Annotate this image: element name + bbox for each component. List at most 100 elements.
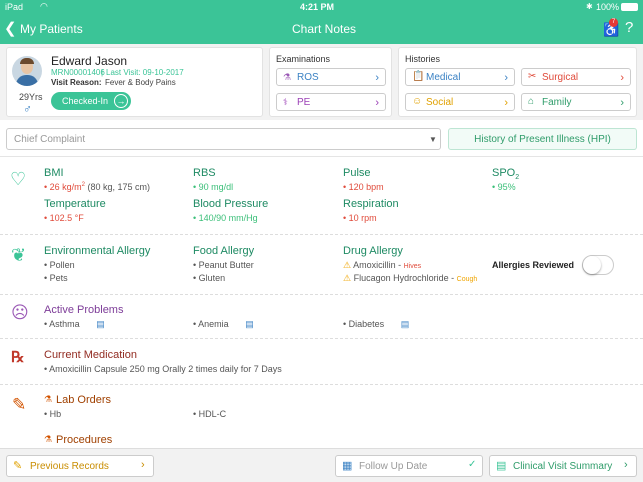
rbs-number: 90 mg/dl <box>198 182 234 192</box>
active-problems-label: Active Problems <box>44 304 124 316</box>
note-icon[interactable]: ▤ <box>401 319 410 329</box>
drug-item: ⚠ Amoxicillin - Hives <box>343 260 422 270</box>
patient-name: Edward Jason <box>51 54 128 68</box>
allergies-reviewed-toggle[interactable] <box>582 255 614 275</box>
temperature-number: 102.5 °F <box>49 213 84 223</box>
follow-up-date-button[interactable]: ▦ Follow Up Date ✓ <box>335 455 483 477</box>
history-family-button[interactable]: ⌂ Family › <box>521 93 631 111</box>
bmi-value: • 26 kg/m2 (80 kg, 175 cm) <box>44 182 151 192</box>
history-medical-label: Medical <box>426 72 461 83</box>
medication-item-text: Amoxicillin Capsule 250 mg Orally 2 time… <box>49 364 282 374</box>
vitals-section[interactable]: ♡ BMI • 26 kg/m2 (80 kg, 175 cm) RBS • 9… <box>0 157 643 232</box>
exam-pe-button[interactable]: ⚕ PE › <box>276 93 386 111</box>
rx-icon: ℞ <box>11 350 25 366</box>
back-label: My Patients <box>20 22 83 36</box>
procedures-label: Procedures <box>56 434 113 446</box>
previous-records-label: Previous Records <box>30 461 109 472</box>
bmi-label: BMI <box>44 167 64 179</box>
medication-label: Current Medication <box>44 349 137 361</box>
history-surgical-button[interactable]: ✂ Surgical › <box>521 68 631 86</box>
bp-value: • 140/90 mm/Hg <box>193 213 258 223</box>
examinations-title: Examinations <box>276 54 331 64</box>
mrn-separator: | <box>101 68 104 77</box>
chief-complaint-placeholder: Chief Complaint <box>14 134 86 145</box>
chevron-left-icon: ❮ <box>4 20 17 37</box>
notification-badge: 7 <box>609 18 618 27</box>
allergies-section[interactable]: ❦ Environmental Allergy • Pollen • Pets … <box>0 235 643 293</box>
wifi-icon: ◠ <box>40 1 48 11</box>
food-item-text: Peanut Butter <box>198 260 254 270</box>
clinical-visit-summary-button[interactable]: ▤ Clinical Visit Summary › <box>489 455 637 477</box>
medication-section[interactable]: ℞ Current Medication • Amoxicillin Capsu… <box>0 339 643 383</box>
toggle-knob <box>583 256 601 274</box>
patient-age: 29Yrs <box>19 92 43 102</box>
patient-mrn: MRN00001406 <box>51 68 105 77</box>
environmental-item-text: Pets <box>49 273 68 283</box>
histories-title: Histories <box>405 54 441 64</box>
bmi-extra: (80 kg, 175 cm) <box>85 182 151 192</box>
visit-reason-label: Visit Reason: <box>51 78 102 87</box>
help-button[interactable]: ? <box>625 19 633 36</box>
notifications-button[interactable]: ♿ 7 <box>601 18 619 38</box>
warning-icon: ⚠ <box>343 260 352 270</box>
chief-complaint-dropdown[interactable]: Chief Complaint ▼ <box>6 128 441 150</box>
hpi-button[interactable]: History of Present Illness (HPI) <box>448 128 637 150</box>
drug-item-reaction: Cough <box>456 276 478 283</box>
visit-reason-value: Fever & Body Pains <box>105 78 176 87</box>
pulse-label: Pulse <box>343 167 371 179</box>
male-icon: ♂ <box>23 102 32 116</box>
problem-item: • Asthma ▤ <box>44 319 105 329</box>
lab-item-text: Hb <box>49 409 62 419</box>
summary-label: Clinical Visit Summary <box>513 461 613 472</box>
bp-number: 140/90 mm/Hg <box>198 213 258 223</box>
history-social-button[interactable]: ☺ Social › <box>405 93 515 111</box>
arrow-right-icon: → <box>114 94 128 108</box>
history-family-label: Family <box>542 97 572 108</box>
stethoscope-icon: ⚕ <box>283 97 288 107</box>
check-icon: ✓ <box>468 459 477 470</box>
procedures-icon: ⚗ <box>44 434 53 444</box>
drug-item-reaction: Hives <box>403 263 422 270</box>
history-social-label: Social <box>426 97 454 108</box>
allergies-reviewed-label: Allergies Reviewed <box>492 260 575 270</box>
back-button[interactable]: ❮ My Patients <box>4 18 84 40</box>
spo2-text: SPO <box>492 167 516 179</box>
food-item-text: Gluten <box>198 273 226 283</box>
clock: 4:21 PM <box>300 2 335 12</box>
bp-label: Blood Pressure <box>193 198 269 210</box>
chevron-right-icon: › <box>141 459 145 471</box>
spo2-number: 95% <box>497 182 516 192</box>
active-problems-section[interactable]: ☹ Active Problems • Asthma ▤ • Anemia ▤ … <box>0 295 643 337</box>
bottom-bar: ✎ Previous Records › ▦ Follow Up Date ✓ … <box>0 448 643 482</box>
lab-item: • HDL-C <box>193 409 227 419</box>
note-icon[interactable]: ▤ <box>96 319 105 329</box>
battery-percent: 100% <box>596 2 620 12</box>
respiration-value: • 10 rpm <box>343 213 377 223</box>
checked-in-toggle[interactable]: Checked-In → <box>51 92 131 110</box>
edit-icon: ✎ <box>13 460 23 472</box>
exam-ros-label: ROS <box>297 72 319 83</box>
chevron-right-icon: › <box>375 72 379 84</box>
drug-item: ⚠ Flucagon Hydrochloride - Cough <box>343 273 478 283</box>
warning-icon: ⚠ <box>343 273 352 283</box>
drug-item-name: Amoxicillin <box>353 260 396 270</box>
history-medical-button[interactable]: 📋 Medical › <box>405 68 515 86</box>
problem-item-text: Anemia <box>198 319 229 329</box>
exam-ros-button[interactable]: ⚗ ROS › <box>276 68 386 86</box>
orders-section[interactable]: ✎ ⚗ Lab Orders • Hb • HDL-C ⚗ Procedures <box>0 385 643 447</box>
chevron-right-icon: › <box>375 97 379 109</box>
environmental-item: • Pollen <box>44 260 75 270</box>
chevron-right-icon: › <box>620 97 624 109</box>
checked-in-label: Checked-In <box>62 96 109 106</box>
environmental-allergy-label: Environmental Allergy <box>44 245 151 257</box>
previous-records-button[interactable]: ✎ Previous Records › <box>6 455 154 477</box>
caret-down-icon: ▼ <box>429 135 437 144</box>
patient-card[interactable]: 29Yrs ♂ Edward Jason MRN00001406 | Last … <box>6 47 263 117</box>
social-icon: ☺ <box>412 96 423 107</box>
chevron-right-icon: › <box>624 459 628 471</box>
document-icon: ▤ <box>496 460 507 472</box>
status-bar: iPad ◠ 4:21 PM ✱ 100% <box>0 0 643 14</box>
note-icon[interactable]: ▤ <box>245 319 254 329</box>
device-label: iPad <box>5 2 24 12</box>
history-surgical-label: Surgical <box>542 72 579 83</box>
